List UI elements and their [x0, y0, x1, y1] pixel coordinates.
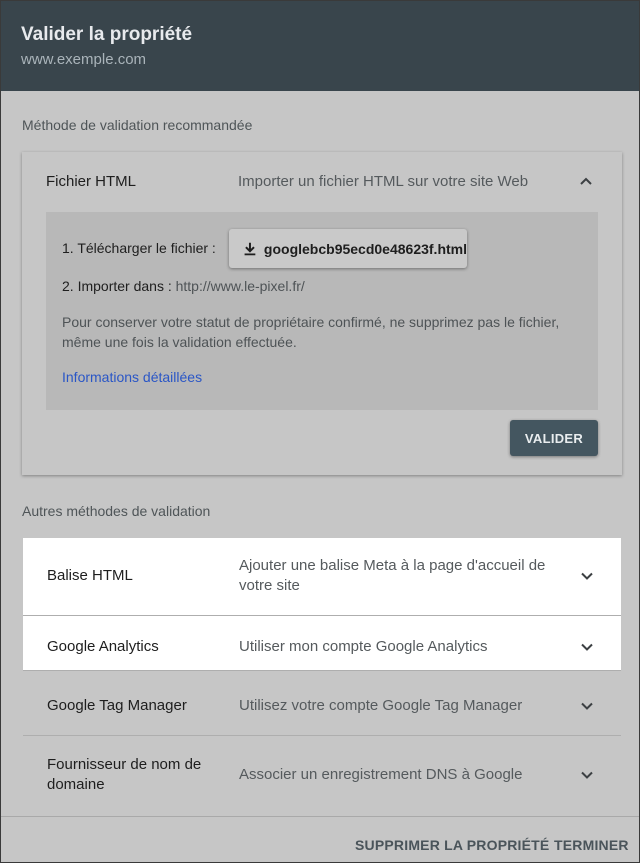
chevron-down-icon[interactable] — [579, 568, 595, 584]
method-title: Google Analytics — [47, 638, 159, 655]
retention-note: Pour conserver votre statut de propriéta… — [62, 314, 560, 350]
html-file-description: Importer un fichier HTML sur votre site … — [238, 173, 529, 190]
method-description: Associer un enregistrement DNS à Google — [239, 766, 523, 783]
method-description: Utilisez votre compte Google Tag Manager — [239, 697, 523, 714]
method-description: Ajouter une balise Meta à la page d'accu… — [239, 557, 546, 594]
method-row-google-tag-manager[interactable]: Google Tag Manager Utilisez votre compte… — [23, 676, 621, 736]
download-file-button[interactable]: googlebcb95ecd0e48623f.html — [229, 229, 467, 268]
dialog-title: Valider la propriété — [21, 24, 193, 45]
method-description: Utiliser mon compte Google Analytics — [239, 638, 488, 655]
validate-button[interactable]: VALIDER — [510, 420, 598, 456]
step2: 2. Importer dans : http://www.le-pixel.f… — [62, 277, 305, 295]
method-row-html-tag[interactable]: Balise HTML Ajouter une balise Meta à la… — [23, 538, 621, 616]
property-url: www.exemple.com — [21, 51, 147, 68]
step2-label: 2. Importer dans : — [62, 278, 172, 294]
dialog-footer: SUPPRIMER LA PROPRIÉTÉ TERMINER — [1, 816, 639, 862]
validate-property-dialog: Valider la propriété www.exemple.com Mét… — [0, 0, 640, 863]
other-methods-section-label: Autres méthodes de validation — [22, 503, 211, 519]
html-file-card: Fichier HTML Importer un fichier HTML su… — [22, 152, 622, 475]
method-row-domain-provider[interactable]: Fournisseur de nom de domaine Associer u… — [23, 736, 621, 816]
method-title: Fournisseur de nom de domaine — [47, 756, 202, 793]
chevron-down-icon[interactable] — [579, 767, 595, 783]
step2-url: http://www.le-pixel.fr/ — [175, 278, 305, 294]
download-file-name: googlebcb95ecd0e48623f.html — [263, 240, 467, 257]
more-info-link[interactable]: Informations détaillées — [62, 367, 202, 387]
download-icon — [244, 242, 256, 255]
method-title: Google Tag Manager — [47, 697, 187, 714]
recommended-section-label: Méthode de validation recommandée — [22, 117, 253, 133]
chevron-down-icon[interactable] — [579, 639, 595, 655]
method-row-google-analytics[interactable]: Google Analytics Utiliser mon compte Goo… — [23, 616, 621, 671]
chevron-down-icon[interactable] — [579, 698, 595, 714]
chevron-up-icon[interactable] — [578, 173, 594, 189]
dialog-header: Valider la propriété www.exemple.com — [1, 1, 639, 91]
html-file-instructions: 1. Télécharger le fichier : googlebcb95e… — [46, 212, 598, 410]
method-title: Balise HTML — [47, 567, 133, 584]
delete-property-button[interactable]: SUPPRIMER LA PROPRIÉTÉ — [355, 836, 549, 854]
html-file-title: Fichier HTML — [46, 173, 137, 190]
finish-button[interactable]: TERMINER — [554, 836, 629, 854]
html-file-card-header[interactable]: Fichier HTML Importer un fichier HTML su… — [22, 152, 622, 212]
step1-label: 1. Télécharger le fichier : — [62, 240, 216, 256]
